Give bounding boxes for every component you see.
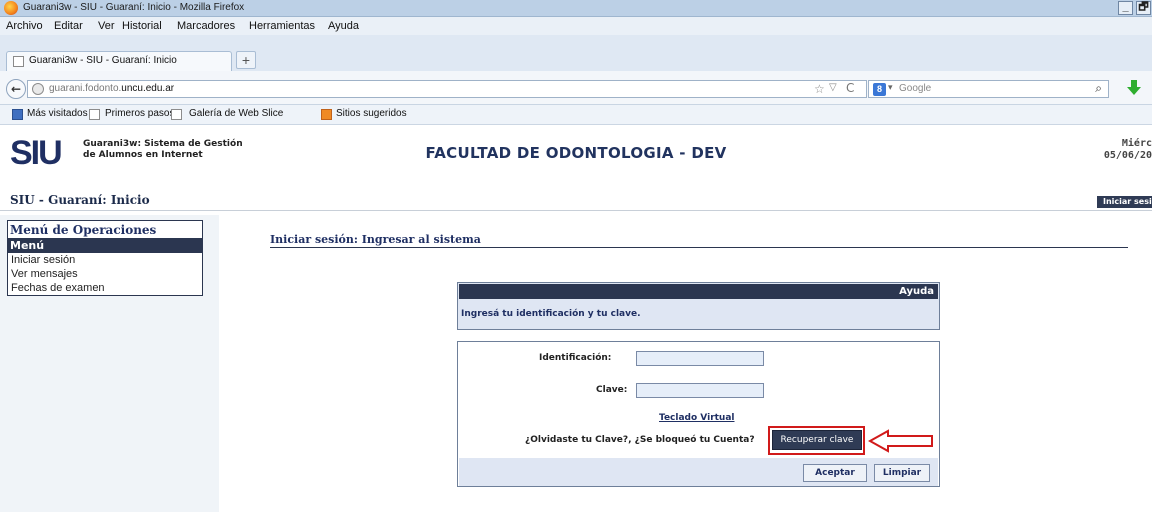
- window-title: Guarani3w - SIU - Guaraní: Inicio - Mozi…: [23, 2, 245, 13]
- clear-button[interactable]: Limpiar: [874, 464, 930, 482]
- annotation-arrow-icon: [868, 429, 933, 453]
- globe-icon: [32, 83, 44, 95]
- search-icon[interactable]: ⌕: [1095, 81, 1102, 96]
- form-action-bar: Aceptar Limpiar: [459, 458, 938, 486]
- accept-button[interactable]: Aceptar: [803, 464, 867, 482]
- tab-strip: Guarani3w - SIU - Guaraní: Inicio +: [0, 35, 1152, 71]
- page-content: SIU Guarani3w: Sistema de Gestión de Alu…: [0, 126, 1152, 512]
- help-header: Ayuda: [459, 284, 938, 299]
- section-title: Iniciar sesión: Ingresar al sistema: [270, 233, 481, 246]
- help-box: Ayuda Ingresá tu identificación y tu cla…: [457, 282, 940, 330]
- section-divider: [270, 247, 1128, 248]
- menu-ayuda[interactable]: Ayuda: [328, 20, 359, 32]
- header-divider: [0, 210, 1152, 211]
- date-display: Miérc 05/06/20: [1100, 138, 1152, 162]
- virtual-keyboard-link[interactable]: Teclado Virtual: [659, 413, 735, 423]
- navigation-bar: ← guarani.fodonto.uncu.edu.ar ☆ ▽ C 8 ▾ …: [0, 71, 1152, 105]
- restore-button[interactable]: 🗗: [1136, 1, 1151, 15]
- sidebar-item-login[interactable]: Iniciar sesión: [8, 253, 202, 267]
- sidebar-item-exam-dates[interactable]: Fechas de examen: [8, 281, 202, 295]
- menu-herramientas[interactable]: Herramientas: [249, 20, 315, 32]
- bookmark-suggested-sites[interactable]: Sitios sugeridos: [336, 108, 407, 119]
- url-dropdown-icon[interactable]: ▽: [829, 82, 837, 93]
- menu-archivo[interactable]: Archivo: [6, 20, 43, 32]
- page-title: SIU - Guaraní: Inicio: [10, 193, 150, 207]
- left-panel: Menú de Operaciones Menú Iniciar sesión …: [0, 215, 219, 512]
- menu-historial[interactable]: Historial: [122, 20, 162, 32]
- bookmarks-bar: Más visitados Primeros pasos Galería de …: [0, 105, 1152, 125]
- menu-ver[interactable]: Ver: [98, 20, 115, 32]
- password-label: Clave:: [596, 385, 628, 395]
- operations-menu: Menú de Operaciones Menú Iniciar sesión …: [7, 220, 203, 296]
- firefox-icon: [4, 1, 18, 15]
- help-text: Ingresá tu identificación y tu clave.: [461, 309, 641, 319]
- sidebar-item-messages[interactable]: Ver mensajes: [8, 267, 202, 281]
- search-engine-icon[interactable]: 8: [873, 83, 886, 96]
- date-weekday: Miérc: [1121, 138, 1152, 149]
- search-placeholder: Google: [899, 83, 932, 94]
- identification-input[interactable]: [636, 351, 764, 366]
- menu-section-header: Menú: [8, 238, 202, 253]
- page-icon: [89, 109, 100, 120]
- suggested-sites-icon: [321, 109, 332, 120]
- download-icon[interactable]: [1126, 79, 1142, 97]
- minimize-button[interactable]: _: [1118, 1, 1133, 15]
- bookmark-web-slice[interactable]: Galería de Web Slice: [189, 108, 283, 119]
- bookmark-star-icon[interactable]: ☆: [814, 82, 825, 96]
- login-header-button[interactable]: Iniciar sesi: [1097, 196, 1152, 208]
- page-icon: [171, 109, 182, 120]
- faculty-title: FACULTAD DE ODONTOLOGIA - DEV: [425, 144, 727, 162]
- bookmark-most-visited[interactable]: Más visitados: [27, 108, 88, 119]
- date-value: 05/06/20: [1103, 150, 1152, 161]
- window-titlebar: Guarani3w - SIU - Guaraní: Inicio - Mozi…: [0, 0, 1152, 17]
- login-form: Identificación: Clave: Teclado Virtual ¿…: [457, 341, 940, 487]
- password-input[interactable]: [636, 383, 764, 398]
- search-bar[interactable]: 8 ▾ Google ⌕: [868, 80, 1109, 98]
- forgot-password-text: ¿Olvidaste tu Clave?, ¿Se bloqueó tu Cue…: [525, 435, 755, 445]
- menu-editar[interactable]: Editar: [54, 20, 83, 32]
- most-visited-icon: [12, 109, 23, 120]
- browser-menubar: Archivo Editar Ver Historial Marcadores …: [0, 17, 1152, 35]
- tab-title: Guarani3w - SIU - Guaraní: Inicio: [29, 55, 177, 66]
- search-engine-dropdown-icon[interactable]: ▾: [888, 83, 893, 93]
- reload-icon[interactable]: C: [846, 81, 854, 95]
- annotation-highlight-box: [768, 426, 865, 455]
- bookmark-first-steps[interactable]: Primeros pasos: [105, 108, 174, 119]
- operations-menu-title: Menú de Operaciones: [10, 223, 157, 237]
- tab-active[interactable]: Guarani3w - SIU - Guaraní: Inicio: [6, 51, 232, 71]
- url-text: guarani.fodonto.uncu.edu.ar: [49, 83, 175, 94]
- back-button[interactable]: ←: [6, 79, 26, 99]
- menu-marcadores[interactable]: Marcadores: [177, 20, 235, 32]
- page-icon: [13, 56, 24, 67]
- new-tab-button[interactable]: +: [236, 51, 256, 69]
- url-bar[interactable]: guarani.fodonto.uncu.edu.ar ☆ ▽ C: [27, 80, 867, 98]
- identification-label: Identificación:: [539, 353, 612, 363]
